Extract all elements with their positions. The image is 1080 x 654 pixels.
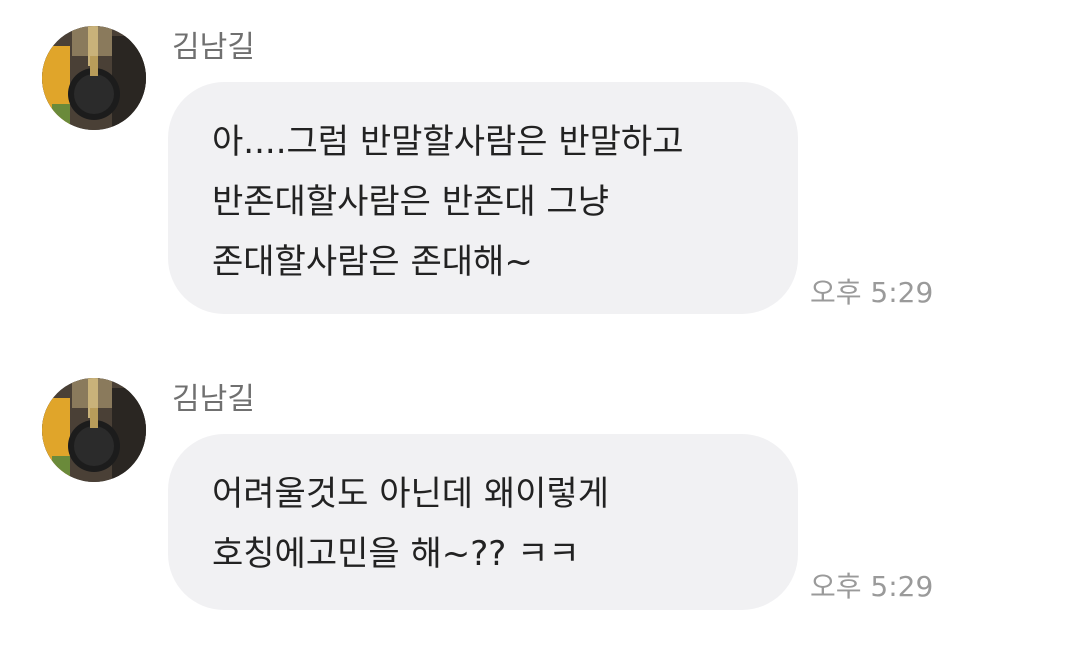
- avatar[interactable]: [42, 26, 146, 130]
- chat-message: 김남길 어려울것도 아닌데 왜이렇게 호칭에고민을 해~?? ㅋㅋ 오후 5:2…: [0, 378, 1080, 618]
- message-bubble[interactable]: 어려울것도 아닌데 왜이렇게 호칭에고민을 해~?? ㅋㅋ: [168, 434, 798, 610]
- message-text-line: 호칭에고민을 해~?? ㅋㅋ: [212, 534, 580, 574]
- avatar[interactable]: [42, 378, 146, 482]
- message-text-line: 반존대할사람은 반존대 그냥: [212, 182, 609, 222]
- chat-message: 김남길 아....그럼 반말할사람은 반말하고 반존대할사람은 반존대 그냥 존…: [0, 26, 1080, 326]
- message-text-line: 존대할사람은 존대해~: [212, 242, 533, 282]
- microphone-photo-icon: [42, 378, 146, 482]
- sender-name: 김남길: [172, 382, 255, 417]
- sender-name: 김남길: [172, 30, 255, 65]
- message-timestamp: 오후 5:29: [810, 570, 934, 603]
- message-timestamp: 오후 5:29: [810, 276, 934, 309]
- message-text-line: 아....그럼 반말할사람은 반말하고: [212, 122, 684, 162]
- message-bubble[interactable]: 아....그럼 반말할사람은 반말하고 반존대할사람은 반존대 그냥 존대할사람…: [168, 82, 798, 314]
- microphone-photo-icon: [42, 26, 146, 130]
- message-text-line: 어려울것도 아닌데 왜이렇게: [212, 474, 609, 514]
